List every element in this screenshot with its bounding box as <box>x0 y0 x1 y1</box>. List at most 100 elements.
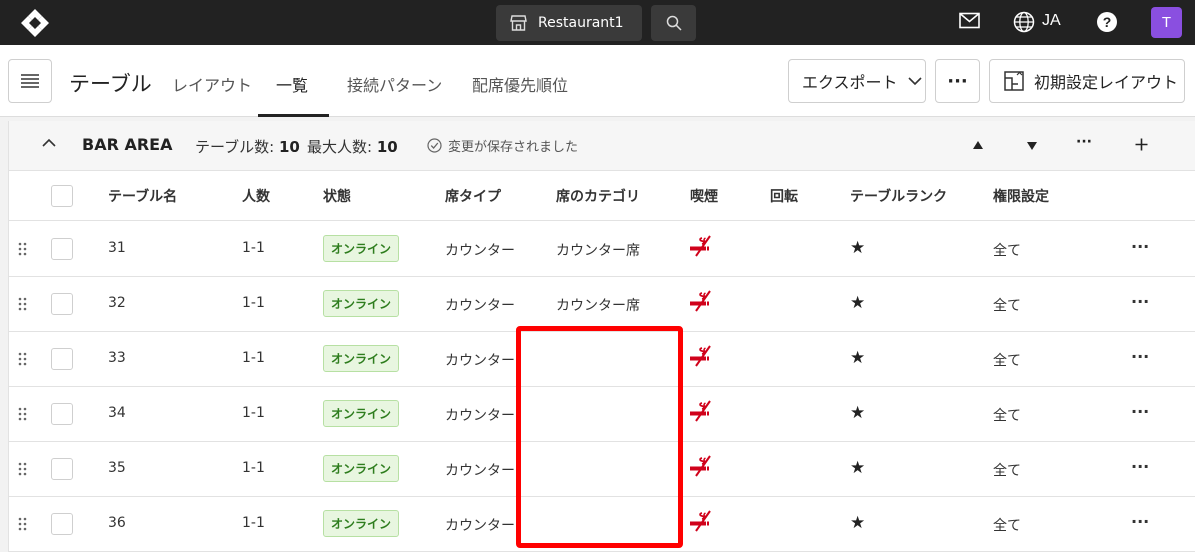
column-header[interactable]: テーブルランク <box>850 186 947 206</box>
highlight-box <box>516 326 683 548</box>
seat-type: カウンター <box>445 353 515 369</box>
chevron-up-icon[interactable] <box>42 136 56 150</box>
menu-button[interactable] <box>8 59 52 103</box>
seat-type: カウンター <box>445 298 515 314</box>
store-icon <box>510 15 527 31</box>
seat-type: カウンター <box>445 243 515 259</box>
row-more-button[interactable]: ··· <box>1131 512 1149 531</box>
drag-handle-icon[interactable] <box>18 407 27 421</box>
drag-handle-icon[interactable] <box>18 462 27 476</box>
no-smoking-icon <box>690 455 711 477</box>
no-smoking-icon <box>690 290 711 312</box>
no-smoking-icon <box>690 235 711 257</box>
save-status: 変更が保存されました <box>427 136 578 155</box>
check-circle-icon <box>427 138 442 153</box>
area-header: BAR AREA テーブル数: 10 最大人数: 10 変更が保存されました ·… <box>9 121 1195 171</box>
people-count: 1-1 <box>242 405 265 421</box>
tab-list[interactable]: 一覧 <box>276 72 308 96</box>
row-checkbox[interactable] <box>51 513 73 535</box>
move-down-icon[interactable] <box>1026 141 1038 151</box>
drag-handle-icon[interactable] <box>18 242 27 256</box>
permission-setting: 全て <box>993 518 1021 534</box>
language-selector[interactable]: JA <box>1042 12 1061 30</box>
column-header[interactable]: 席のカテゴリ <box>556 186 640 206</box>
mail-icon[interactable] <box>959 12 980 29</box>
table-name: 35 <box>108 460 126 476</box>
row-more-button[interactable]: ··· <box>1131 292 1149 311</box>
table-rank-star: ★ <box>850 513 866 533</box>
column-header[interactable]: 人数 <box>242 186 270 206</box>
tab-connection-patterns[interactable]: 接続パターン <box>347 72 442 96</box>
no-smoking-icon <box>690 400 711 422</box>
drag-handle-icon[interactable] <box>18 297 27 311</box>
max-people: 最大人数: 10 <box>307 138 398 156</box>
status-badge: オンライン <box>323 400 400 427</box>
tab-seat-priority[interactable]: 配席優先順位 <box>472 72 568 96</box>
people-count: 1-1 <box>242 240 265 256</box>
seat-category: カウンター席 <box>556 298 640 314</box>
help-icon[interactable]: ? <box>1096 11 1118 33</box>
table-rank-star: ★ <box>850 348 866 368</box>
active-tab-indicator <box>258 114 329 117</box>
user-avatar[interactable]: T <box>1151 7 1182 38</box>
row-more-button[interactable]: ··· <box>1131 237 1149 256</box>
tab-layout[interactable]: レイアウト <box>172 72 252 96</box>
search-icon <box>666 15 682 31</box>
table-name: 36 <box>108 515 126 531</box>
seat-type: カウンター <box>445 408 515 424</box>
default-layout-button[interactable]: 初期設定レイアウト <box>989 59 1185 103</box>
no-smoking-icon <box>690 345 711 367</box>
table-row[interactable]: 31 1-1 オンライン カウンター カウンター席 ★ 全て ··· <box>9 222 1195 277</box>
row-more-button[interactable]: ··· <box>1131 402 1149 421</box>
restaurant-name: Restaurant1 <box>538 15 624 31</box>
column-header[interactable]: 席タイプ <box>445 186 501 206</box>
permission-setting: 全て <box>993 243 1021 259</box>
drag-handle-icon[interactable] <box>18 517 27 531</box>
column-header[interactable]: 状態 <box>323 186 351 206</box>
column-header[interactable]: 回転 <box>770 186 798 206</box>
row-more-button[interactable]: ··· <box>1131 347 1149 366</box>
people-count: 1-1 <box>242 515 265 531</box>
table-column-header: テーブル名 人数 状態 席タイプ 席のカテゴリ 喫煙 回転 テーブルランク 権限… <box>9 171 1195 221</box>
permission-setting: 全て <box>993 353 1021 369</box>
people-count: 1-1 <box>242 460 265 476</box>
table-name: 33 <box>108 350 126 366</box>
status-badge: オンライン <box>323 235 400 262</box>
row-checkbox[interactable] <box>51 348 73 370</box>
table-rank-star: ★ <box>850 293 866 313</box>
restaurant-selector-button[interactable]: Restaurant1 <box>496 5 642 41</box>
globe-icon[interactable] <box>1013 11 1035 33</box>
column-header[interactable]: 権限設定 <box>993 186 1049 206</box>
table-rank-star: ★ <box>850 238 866 258</box>
svg-text:?: ? <box>1103 14 1112 30</box>
row-checkbox[interactable] <box>51 403 73 425</box>
add-icon[interactable] <box>1135 138 1148 151</box>
table-row[interactable]: 32 1-1 オンライン カウンター カウンター席 ★ 全て ··· <box>9 277 1195 332</box>
seat-type: カウンター <box>445 518 515 534</box>
column-header[interactable]: テーブル名 <box>108 186 177 206</box>
row-checkbox[interactable] <box>51 458 73 480</box>
export-button[interactable]: エクスポート <box>788 59 926 103</box>
row-checkbox[interactable] <box>51 293 73 315</box>
more-options-button[interactable]: ··· <box>935 59 980 103</box>
status-badge: オンライン <box>323 290 400 317</box>
no-smoking-icon <box>690 510 711 532</box>
area-more-button[interactable]: ··· <box>1076 134 1092 150</box>
drag-handle-icon[interactable] <box>18 352 27 366</box>
status-badge: オンライン <box>323 455 400 482</box>
area-name: BAR AREA <box>82 135 173 154</box>
chevron-down-icon <box>907 76 922 85</box>
move-up-icon[interactable] <box>972 140 984 150</box>
layout-icon <box>1004 71 1024 91</box>
row-more-button[interactable]: ··· <box>1131 457 1149 476</box>
app-logo-icon[interactable] <box>20 8 50 38</box>
select-all-checkbox[interactable] <box>51 185 73 207</box>
permission-setting: 全て <box>993 463 1021 479</box>
default-layout-label: 初期設定レイアウト <box>1034 73 1179 92</box>
search-button[interactable] <box>651 5 696 41</box>
column-header[interactable]: 喫煙 <box>690 186 718 206</box>
export-label: エクスポート <box>802 73 898 92</box>
table-rank-star: ★ <box>850 403 866 423</box>
status-badge: オンライン <box>323 345 400 372</box>
row-checkbox[interactable] <box>51 238 73 260</box>
